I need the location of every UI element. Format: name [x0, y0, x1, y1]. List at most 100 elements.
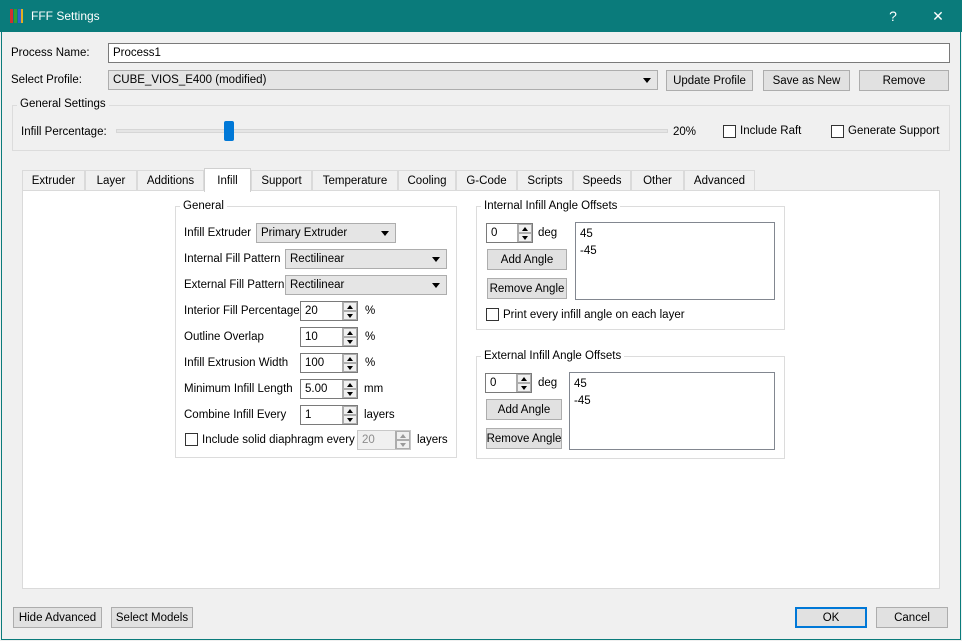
- diaphragm-layers-stepper: 20: [357, 430, 411, 450]
- chevron-down-icon: [381, 231, 389, 236]
- tab-extruder[interactable]: Extruder: [22, 170, 85, 191]
- outline-overlap-label: Outline Overlap: [184, 331, 264, 343]
- process-name-input[interactable]: Process1: [108, 43, 950, 63]
- combine-infill-every-label: Combine Infill Every: [184, 409, 287, 421]
- tab-temperature[interactable]: Temperature: [312, 170, 398, 191]
- tab-other[interactable]: Other: [631, 170, 684, 191]
- tab-layer[interactable]: Layer: [85, 170, 137, 191]
- select-models-button[interactable]: Select Models: [111, 607, 193, 628]
- external-fill-pattern-label: External Fill Pattern: [184, 279, 285, 291]
- tab-scripts[interactable]: Scripts: [517, 170, 573, 191]
- infill-extruder-value: Primary Extruder: [261, 227, 348, 239]
- general-settings-title: General Settings: [17, 98, 109, 110]
- chevron-down-icon: [432, 283, 440, 288]
- stepper-up-icon[interactable]: [343, 328, 357, 337]
- external-angle-offsets-title: External Infill Angle Offsets: [481, 350, 625, 362]
- list-item[interactable]: 45: [574, 376, 770, 393]
- stepper-up-icon[interactable]: [343, 302, 357, 311]
- infill-extrusion-width-label: Infill Extrusion Width: [184, 357, 289, 369]
- process-name-label: Process Name:: [11, 47, 90, 59]
- stepper-down-icon[interactable]: [343, 363, 357, 372]
- stepper-up-icon[interactable]: [343, 406, 357, 415]
- external-angle-input[interactable]: 0: [485, 373, 532, 393]
- update-profile-button[interactable]: Update Profile: [666, 70, 753, 91]
- tab-infill[interactable]: Infill: [204, 168, 251, 192]
- external-angles-list[interactable]: 45 -45: [569, 372, 775, 450]
- infill-extrusion-width-stepper[interactable]: 100: [300, 353, 358, 373]
- list-item[interactable]: 45: [580, 226, 770, 243]
- chevron-down-icon: [432, 257, 440, 262]
- infill-slider-handle[interactable]: [224, 121, 234, 141]
- outline-overlap-value: 10: [305, 331, 318, 343]
- generate-support-label: Generate Support: [848, 125, 940, 137]
- diaphragm-layers-unit: layers: [417, 434, 448, 446]
- tab-additions[interactable]: Additions: [137, 170, 204, 191]
- stepper-down-icon[interactable]: [343, 337, 357, 346]
- internal-add-angle-button[interactable]: Add Angle: [487, 249, 567, 270]
- stepper-up-icon[interactable]: [343, 354, 357, 363]
- chevron-down-icon: [643, 78, 651, 83]
- external-add-angle-button[interactable]: Add Angle: [486, 399, 562, 420]
- save-as-new-button[interactable]: Save as New: [763, 70, 850, 91]
- cancel-button[interactable]: Cancel: [876, 607, 948, 628]
- stepper-down-icon[interactable]: [343, 311, 357, 320]
- list-item[interactable]: -45: [574, 393, 770, 410]
- include-diaphragm-checkbox[interactable]: [185, 433, 198, 446]
- internal-angle-input[interactable]: 0: [486, 223, 533, 243]
- internal-angles-list[interactable]: 45 -45: [575, 222, 775, 300]
- stepper-down-icon[interactable]: [517, 383, 531, 392]
- profile-select[interactable]: CUBE_VIOS_E400 (modified): [108, 70, 658, 90]
- interior-fill-percentage-label: Interior Fill Percentage: [184, 305, 300, 317]
- stepper-down-icon: [396, 440, 410, 449]
- print-every-angle-checkbox[interactable]: [486, 308, 499, 321]
- window-title: FFF Settings: [31, 9, 100, 23]
- hide-advanced-button[interactable]: Hide Advanced: [13, 607, 102, 628]
- include-raft-label: Include Raft: [740, 125, 802, 137]
- stepper-down-icon[interactable]: [343, 415, 357, 424]
- interior-fill-percentage-value: 20: [305, 305, 318, 317]
- combine-infill-every-value: 1: [305, 409, 312, 421]
- minimum-infill-length-stepper[interactable]: 5.00: [300, 379, 358, 399]
- stepper-up-icon[interactable]: [343, 380, 357, 389]
- stepper-up-icon: [396, 431, 410, 440]
- external-fill-pattern-value: Rectilinear: [290, 279, 345, 291]
- app-logo-icon: [10, 9, 24, 23]
- title-bar: FFF Settings ? ✕: [0, 0, 962, 32]
- stepper-up-icon[interactable]: [517, 374, 531, 383]
- tab-advanced[interactable]: Advanced: [684, 170, 755, 191]
- stepper-up-icon[interactable]: [518, 224, 532, 233]
- combine-infill-every-unit: layers: [364, 409, 395, 421]
- include-raft-checkbox[interactable]: [723, 125, 736, 138]
- tab-speeds[interactable]: Speeds: [573, 170, 631, 191]
- internal-angle-input-value: 0: [491, 227, 498, 239]
- internal-remove-angle-button[interactable]: Remove Angle: [487, 278, 567, 299]
- infill-extruder-select[interactable]: Primary Extruder: [256, 223, 396, 243]
- internal-angle-unit: deg: [538, 227, 558, 239]
- external-fill-pattern-select[interactable]: Rectilinear: [285, 275, 447, 295]
- stepper-down-icon[interactable]: [343, 389, 357, 398]
- combine-infill-every-stepper[interactable]: 1: [300, 405, 358, 425]
- outline-overlap-unit: %: [365, 331, 376, 343]
- generate-support-checkbox[interactable]: [831, 125, 844, 138]
- external-angle-input-value: 0: [490, 377, 497, 389]
- general-settings-group: [12, 105, 950, 151]
- infill-slider-track[interactable]: [116, 129, 668, 133]
- close-button[interactable]: ✕: [915, 0, 961, 32]
- list-item[interactable]: -45: [580, 243, 770, 260]
- profile-select-value: CUBE_VIOS_E400 (modified): [113, 74, 267, 86]
- ok-button[interactable]: OK: [795, 607, 867, 628]
- tab-cooling[interactable]: Cooling: [398, 170, 456, 191]
- internal-fill-pattern-select[interactable]: Rectilinear: [285, 249, 447, 269]
- tab-support[interactable]: Support: [251, 170, 312, 191]
- help-button[interactable]: ?: [870, 0, 916, 32]
- internal-fill-pattern-value: Rectilinear: [290, 253, 345, 265]
- stepper-down-icon[interactable]: [518, 233, 532, 242]
- remove-profile-button[interactable]: Remove: [859, 70, 949, 91]
- tab-gcode[interactable]: G-Code: [456, 170, 517, 191]
- external-remove-angle-button[interactable]: Remove Angle: [486, 428, 562, 449]
- outline-overlap-stepper[interactable]: 10: [300, 327, 358, 347]
- minimum-infill-length-label: Minimum Infill Length: [184, 383, 293, 395]
- minimum-infill-length-value: 5.00: [305, 383, 328, 395]
- infill-percentage-label: Infill Percentage:: [21, 126, 107, 138]
- interior-fill-percentage-stepper[interactable]: 20: [300, 301, 358, 321]
